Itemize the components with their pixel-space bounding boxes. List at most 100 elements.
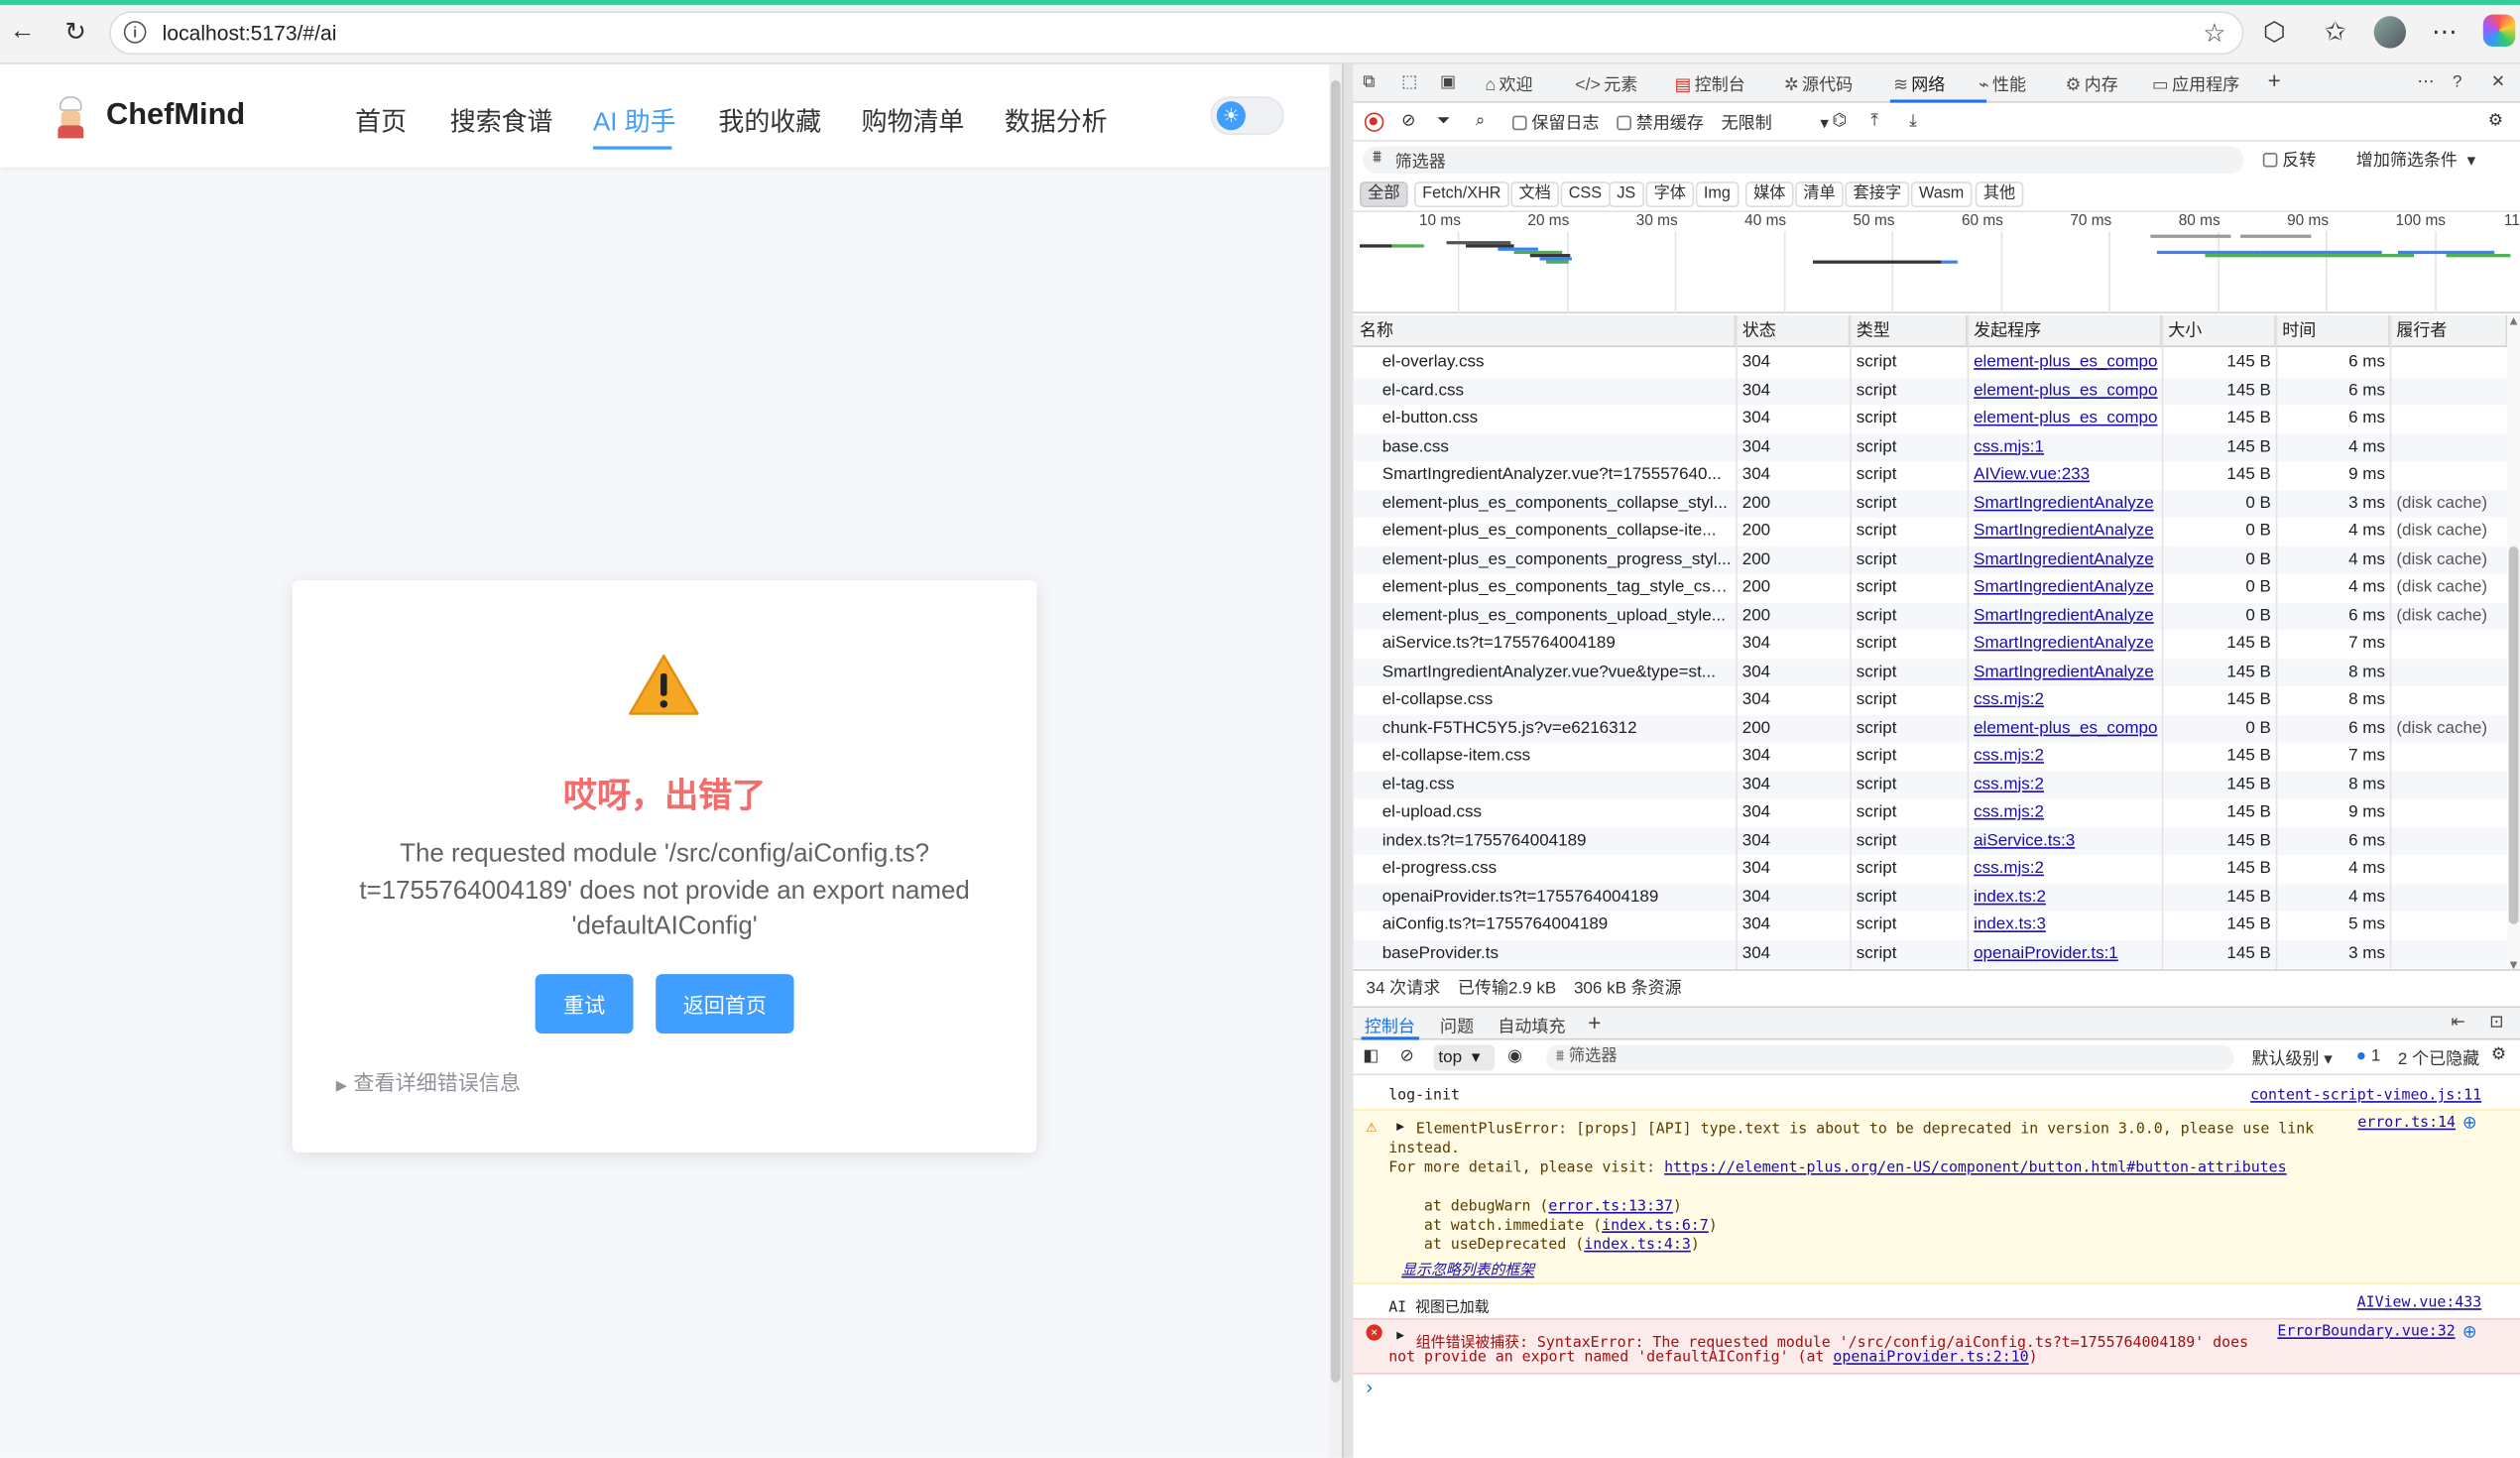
type-filter-doc[interactable]: 文档 [1510, 182, 1559, 208]
clear-console-icon[interactable]: ⊘ [1400, 1046, 1414, 1065]
table-row[interactable]: element-plus_es_components_upload_style.… [1353, 601, 2508, 631]
nav-shopping-list[interactable]: 购物清单 [862, 99, 965, 138]
drawer-add-icon[interactable]: + [1588, 1010, 1601, 1035]
request-initiator-link[interactable]: css.mjs:2 [1974, 743, 2160, 771]
tab-sources[interactable]: ✲ 源代码 [1784, 72, 1853, 96]
tab-performance[interactable]: ⌁ 性能 [1979, 72, 2026, 96]
sidebar-toggle-icon[interactable]: ◧ [1363, 1046, 1379, 1065]
request-initiator-link[interactable]: AIView.vue:233 [1974, 461, 2160, 489]
show-ignored-frames-link[interactable]: 显示忽略列表的框架 [1401, 1257, 1534, 1279]
request-initiator-link[interactable]: SmartIngredientAnalyze [1974, 630, 2160, 658]
request-initiator-link[interactable]: index.ts:3 [1974, 911, 2160, 939]
request-initiator-link[interactable]: css.mjs:1 [1974, 433, 2160, 461]
log-source-link[interactable]: AIView.vue:433 [2357, 1294, 2482, 1312]
table-row[interactable]: element-plus_es_components_collapse-ite.… [1353, 517, 2508, 547]
tab-network[interactable]: ≋ 网络 [1893, 72, 1945, 96]
nav-ai-assistant[interactable]: AI 助手 [593, 99, 676, 138]
table-row[interactable]: el-upload.css 304 script css.mjs:2 145 B 9 ms [1353, 798, 2508, 827]
col-size[interactable]: 大小 [2161, 314, 2276, 348]
docs-link[interactable]: https://element-plus.org/en-US/component… [1664, 1158, 2287, 1176]
table-row[interactable]: el-collapse.css 304 script css.mjs:2 145 B 8 … [1353, 685, 2508, 715]
type-filter-socket[interactable]: 套接字 [1845, 182, 1910, 208]
request-initiator-link[interactable]: SmartIngredientAnalyze [1974, 518, 2160, 546]
stack-frame-link[interactable]: index.ts:6:7 [1602, 1217, 1709, 1235]
stack-frame-link[interactable]: index.ts:4:3 [1584, 1236, 1691, 1254]
table-row[interactable]: chunk-F5THC5Y5.js?v=e6216312 200 script ele… [1353, 714, 2508, 743]
console-prompt-icon[interactable]: › [1367, 1376, 1373, 1398]
clear-icon[interactable]: ⊘ [1401, 111, 1415, 130]
device-toolbar-icon[interactable]: ⧉ [1363, 72, 1375, 93]
table-row[interactable]: el-overlay.css 304 script element-plus_es_c… [1353, 348, 2508, 378]
request-initiator-link[interactable]: element-plus_es_compo [1974, 714, 2160, 742]
preserve-log-checkbox[interactable]: 保留日志 [1511, 111, 1599, 135]
add-tab-icon[interactable]: + [2268, 67, 2281, 93]
network-settings-icon[interactable]: ⚙ [2488, 111, 2503, 130]
tab-memory[interactable]: ⚙ 内存 [2065, 72, 2117, 96]
type-filter-all[interactable]: 全部 [1360, 182, 1408, 208]
tab-application[interactable]: ▭ 应用程序 [2152, 72, 2239, 96]
retry-button[interactable]: 重试 [535, 974, 634, 1034]
extensions-icon[interactable]: ⬡ [2258, 16, 2290, 48]
request-initiator-link[interactable]: css.mjs:2 [1974, 798, 2160, 826]
table-row[interactable]: baseProvider.ts 304 script openaiProvider.t… [1353, 939, 2508, 968]
nav-favorites[interactable]: 我的收藏 [718, 99, 821, 138]
type-filter-js[interactable]: JS [1609, 182, 1644, 208]
type-filter-css[interactable]: CSS [1560, 182, 1611, 208]
type-filter-fetch[interactable]: Fetch/XHR [1414, 182, 1509, 208]
table-row[interactable]: SmartIngredientAnalyzer.vue?vue&type=st.… [1353, 658, 2508, 686]
request-initiator-link[interactable]: css.mjs:2 [1974, 686, 2160, 714]
col-status[interactable]: 状态 [1736, 314, 1851, 348]
nav-search-recipes[interactable]: 搜索食谱 [450, 99, 553, 138]
log-level-select[interactable]: 默认级别 ▾ [2251, 1046, 2332, 1070]
request-initiator-link[interactable]: SmartIngredientAnalyze [1974, 659, 2160, 686]
request-initiator-link[interactable]: SmartIngredientAnalyze [1974, 489, 2160, 517]
brand-name[interactable]: ChefMind [106, 98, 245, 134]
disable-cache-checkbox[interactable]: 禁用缓存 [1617, 111, 1704, 135]
devtools-splitter[interactable] [1342, 63, 1354, 1458]
request-initiator-link[interactable]: aiService.ts:3 [1974, 827, 2160, 855]
help-icon[interactable]: ? [2453, 72, 2461, 91]
col-initiator[interactable]: 发起程序 [1967, 314, 2162, 348]
type-filter-other[interactable]: 其他 [1975, 182, 2024, 208]
error-source-link[interactable]: ErrorBoundary.vue:32 [2277, 1323, 2455, 1341]
request-initiator-link[interactable]: SmartIngredientAnalyze [1974, 546, 2160, 573]
request-initiator-link[interactable]: openaiProvider.ts:1 [1974, 939, 2160, 967]
network-filter-input[interactable]: ⩩ 筛选器 [1363, 146, 2244, 175]
profile-avatar[interactable] [2373, 16, 2407, 49]
table-row[interactable]: el-button.css 304 script element-plus_es_co… [1353, 405, 2508, 433]
drawer-tab-console[interactable]: 控制台 [1365, 1015, 1415, 1038]
console-settings-icon[interactable]: ⚙ [2491, 1044, 2506, 1063]
stack-frame-link[interactable]: error.ts:13:37 [1548, 1197, 1673, 1215]
nav-home[interactable]: 首页 [355, 99, 407, 138]
filter-toggle-icon[interactable]: ⏷ [1437, 111, 1451, 132]
table-row[interactable]: aiService.ts?t=1755764004189 304 script Sma… [1353, 630, 2508, 659]
table-row[interactable]: element-plus_es_components_progress_styl… [1353, 546, 2508, 574]
site-info-icon[interactable]: i [123, 21, 147, 44]
expand-caret-icon[interactable]: ▶ [1396, 1119, 1404, 1134]
table-row[interactable]: el-card.css 304 script element-plus_es_comp… [1353, 377, 2508, 406]
request-initiator-link[interactable]: index.ts:2 [1974, 884, 2160, 911]
request-initiator-link[interactable]: SmartIngredientAnalyze [1974, 602, 2160, 630]
request-initiator-link[interactable]: element-plus_es_compo [1974, 377, 2160, 405]
reload-icon[interactable]: ↻ [60, 16, 91, 48]
page-scrollbar[interactable] [1329, 63, 1343, 1458]
drawer-tab-issues[interactable]: 问题 [1440, 1015, 1474, 1038]
export-har-icon[interactable]: ⤓ [1909, 111, 1917, 132]
tab-elements[interactable]: </> 元素 [1575, 72, 1637, 96]
favorites-icon[interactable]: ✩ [2320, 16, 2351, 48]
back-icon[interactable]: ← [6, 16, 38, 48]
error-details-toggle[interactable]: ▶ 查看详细错误信息 [336, 1065, 521, 1096]
context-select[interactable]: top ▾ [1433, 1044, 1496, 1071]
scroll-up-icon[interactable]: ▲ [2507, 313, 2520, 328]
tab-console[interactable]: ▤ 控制台 [1675, 72, 1745, 96]
col-fulfilled[interactable]: 履行者 [2389, 314, 2508, 348]
search-icon[interactable]: ⌕ [1476, 111, 1486, 132]
expand-caret-icon[interactable]: ▶ [1396, 1328, 1404, 1343]
table-row[interactable]: el-tag.css 304 script css.mjs:2 145 B 8 ms [1353, 771, 2508, 799]
type-filter-manifest[interactable]: 清单 [1795, 182, 1844, 208]
request-initiator-link[interactable]: element-plus_es_compo [1974, 405, 2160, 432]
close-devtools-icon[interactable]: ✕ [2491, 72, 2505, 91]
theme-toggle[interactable]: ☀ [1210, 96, 1284, 136]
back-home-button[interactable]: 返回首页 [656, 974, 794, 1034]
table-row[interactable]: SmartIngredientAnalyzer.vue?t=175557640.… [1353, 461, 2508, 490]
